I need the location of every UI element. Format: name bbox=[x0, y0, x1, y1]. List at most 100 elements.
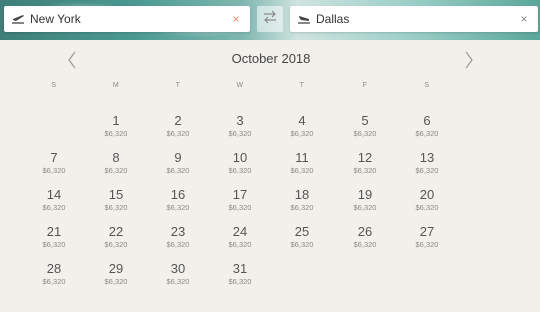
day-price: $6,320 bbox=[42, 277, 66, 286]
day-number: 17 bbox=[232, 187, 248, 202]
day-number: 10 bbox=[232, 150, 248, 165]
day-price: $6,320 bbox=[353, 203, 377, 212]
day-number: 22 bbox=[108, 224, 124, 239]
day-number: 21 bbox=[46, 224, 62, 239]
day-number: 30 bbox=[170, 261, 186, 276]
day-number: 12 bbox=[357, 150, 373, 165]
day-cell[interactable]: 10 $6,320 bbox=[210, 151, 270, 176]
day-number: 25 bbox=[294, 224, 310, 239]
day-price: $6,320 bbox=[166, 166, 190, 175]
day-price: $6,320 bbox=[415, 166, 439, 175]
day-number: 16 bbox=[170, 187, 186, 202]
weekday-label: S bbox=[424, 82, 430, 89]
day-cell[interactable]: 22 $6,320 bbox=[86, 225, 146, 250]
day-cell[interactable]: 9 $6,320 bbox=[148, 151, 208, 176]
plane-landing-icon bbox=[296, 11, 312, 27]
day-number: 27 bbox=[419, 224, 435, 239]
day-cell[interactable]: 29 $6,320 bbox=[86, 262, 146, 287]
day-price: $6,320 bbox=[228, 166, 252, 175]
day-number: 3 bbox=[236, 113, 244, 128]
weekday-label: S bbox=[51, 82, 57, 89]
weekday-label: F bbox=[362, 82, 368, 89]
day-price: $6,320 bbox=[166, 240, 190, 249]
day-price: $6,320 bbox=[42, 240, 66, 249]
day-cell[interactable]: 11 $6,320 bbox=[272, 151, 332, 176]
day-cell[interactable]: 17 $6,320 bbox=[210, 188, 270, 213]
day-price: $6,320 bbox=[104, 129, 128, 138]
day-number: 13 bbox=[419, 150, 435, 165]
day-number: 28 bbox=[46, 261, 62, 276]
day-cell[interactable]: 8 $6,320 bbox=[86, 151, 146, 176]
day-number: 7 bbox=[50, 150, 58, 165]
day-cell[interactable]: 30 $6,320 bbox=[148, 262, 208, 287]
day-price: $6,320 bbox=[104, 240, 128, 249]
day-cell[interactable]: 5 $6,320 bbox=[335, 114, 395, 139]
day-number: 2 bbox=[174, 113, 182, 128]
day-price: $6,320 bbox=[290, 129, 314, 138]
day-price: $6,320 bbox=[228, 277, 252, 286]
day-cell[interactable]: 16 $6,320 bbox=[148, 188, 208, 213]
day-cell[interactable]: 3 $6,320 bbox=[210, 114, 270, 139]
weekday-label: T bbox=[299, 82, 305, 89]
day-number: 5 bbox=[361, 113, 369, 128]
day-price: $6,320 bbox=[166, 277, 190, 286]
day-cell[interactable]: 6 $6,320 bbox=[397, 114, 457, 139]
day-cell[interactable]: 20 $6,320 bbox=[397, 188, 457, 213]
day-number: 6 bbox=[423, 113, 431, 128]
day-price: $6,320 bbox=[228, 203, 252, 212]
day-number: 29 bbox=[108, 261, 124, 276]
day-number: 26 bbox=[357, 224, 373, 239]
day-cell[interactable]: 12 $6,320 bbox=[335, 151, 395, 176]
origin-clear-button[interactable]: × bbox=[228, 12, 244, 26]
day-cell[interactable]: 23 $6,320 bbox=[148, 225, 208, 250]
day-price: $6,320 bbox=[290, 203, 314, 212]
destination-value[interactable]: Dallas bbox=[316, 12, 516, 26]
day-number: 24 bbox=[232, 224, 248, 239]
day-cell[interactable]: 21 $6,320 bbox=[24, 225, 84, 250]
day-cell[interactable]: 2 $6,320 bbox=[148, 114, 208, 139]
day-cell[interactable]: 27 $6,320 bbox=[397, 225, 457, 250]
day-cell[interactable]: 31 $6,320 bbox=[210, 262, 270, 287]
day-number: 23 bbox=[170, 224, 186, 239]
day-cell[interactable]: 19 $6,320 bbox=[335, 188, 395, 213]
day-price: $6,320 bbox=[42, 203, 66, 212]
destination-field[interactable]: Dallas × bbox=[290, 6, 538, 32]
day-cell[interactable]: 1 $6,320 bbox=[86, 114, 146, 139]
day-cell[interactable]: 4 $6,320 bbox=[272, 114, 332, 139]
day-cell[interactable]: 7 $6,320 bbox=[24, 151, 84, 176]
day-cell[interactable]: 24 $6,320 bbox=[210, 225, 270, 250]
day-price: $6,320 bbox=[290, 240, 314, 249]
chevron-right-icon bbox=[465, 51, 473, 69]
day-price: $6,320 bbox=[166, 203, 190, 212]
next-month-button[interactable] bbox=[459, 50, 479, 70]
day-price: $6,320 bbox=[228, 240, 252, 249]
day-price: $6,320 bbox=[166, 129, 190, 138]
day-price: $6,320 bbox=[104, 277, 128, 286]
day-price: $6,320 bbox=[104, 203, 128, 212]
day-number: 15 bbox=[108, 187, 124, 202]
day-cell[interactable]: 18 $6,320 bbox=[272, 188, 332, 213]
swap-button[interactable] bbox=[257, 6, 283, 32]
day-number: 14 bbox=[46, 187, 62, 202]
origin-value[interactable]: New York bbox=[30, 12, 228, 26]
day-number: 1 bbox=[112, 113, 120, 128]
day-number: 20 bbox=[419, 187, 435, 202]
day-price: $6,320 bbox=[415, 203, 439, 212]
day-cell[interactable]: 28 $6,320 bbox=[24, 262, 84, 287]
day-cell[interactable]: 25 $6,320 bbox=[272, 225, 332, 250]
day-cell[interactable]: 26 $6,320 bbox=[335, 225, 395, 250]
day-number: 18 bbox=[294, 187, 310, 202]
day-cell[interactable]: 13 $6,320 bbox=[397, 151, 457, 176]
day-cell[interactable]: 14 $6,320 bbox=[24, 188, 84, 213]
day-number: 19 bbox=[357, 187, 373, 202]
day-cell[interactable]: 15 $6,320 bbox=[86, 188, 146, 213]
origin-field[interactable]: New York × bbox=[4, 6, 250, 32]
destination-clear-button[interactable]: × bbox=[516, 12, 532, 26]
day-number: 31 bbox=[232, 261, 248, 276]
day-number: 4 bbox=[298, 113, 306, 128]
day-price: $6,320 bbox=[42, 166, 66, 175]
weekday-label: T bbox=[175, 82, 181, 89]
weekday-label: W bbox=[236, 82, 244, 89]
day-price: $6,320 bbox=[353, 129, 377, 138]
weekday-label: M bbox=[112, 82, 120, 89]
